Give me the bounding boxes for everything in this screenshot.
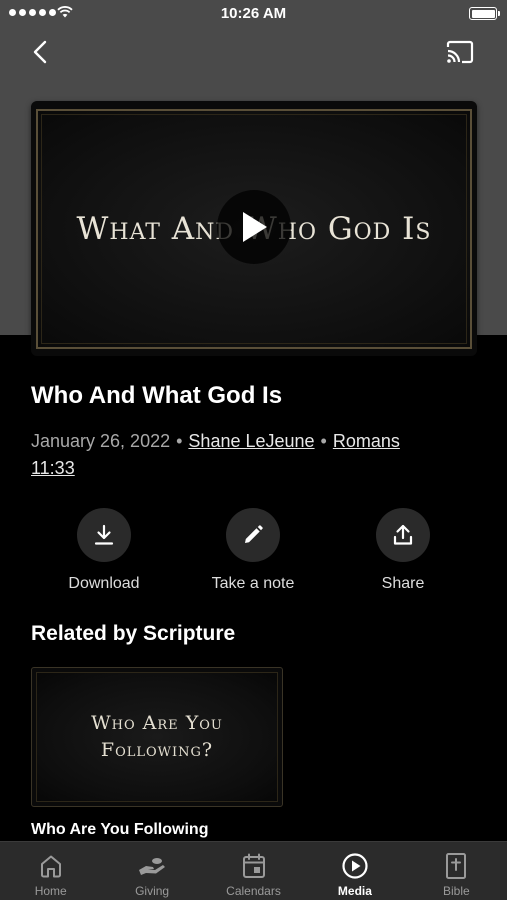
scripture-link[interactable]: Romans xyxy=(333,431,400,451)
download-button[interactable]: Download xyxy=(39,508,169,593)
tab-calendars-label: Calendars xyxy=(226,884,281,898)
related-thumbnail-title: Who Are You Following? xyxy=(32,710,282,764)
scripture-link-verse[interactable]: 11:33 xyxy=(31,458,75,478)
status-bar: 10:26 AM xyxy=(0,0,507,28)
tab-media-label: Media xyxy=(337,884,372,898)
download-circle xyxy=(77,508,131,562)
sermon-title: Who And What God Is xyxy=(31,382,283,409)
meta-separator: • xyxy=(176,431,183,451)
video-player[interactable]: What And Who God Is xyxy=(31,101,477,356)
tab-giving[interactable]: Giving xyxy=(101,842,202,900)
share-label: Share xyxy=(381,575,425,592)
back-button[interactable] xyxy=(24,36,56,68)
tab-calendars[interactable]: Calendars xyxy=(203,842,304,900)
tab-bible[interactable]: Bible xyxy=(406,842,507,900)
cast-icon xyxy=(446,40,474,64)
related-item-thumbnail[interactable]: Who Are You Following? xyxy=(31,667,283,807)
tab-home[interactable]: Home xyxy=(0,842,101,900)
home-icon xyxy=(40,855,61,878)
play-icon xyxy=(243,212,267,242)
download-icon xyxy=(94,524,114,545)
related-thumbnail-line2: Following? xyxy=(100,739,214,761)
bible-icon xyxy=(446,853,467,879)
battery-icon xyxy=(469,7,500,20)
related-thumbnail-line1: Who Are You xyxy=(91,712,223,734)
meta-separator: • xyxy=(320,431,327,451)
giving-icon xyxy=(139,858,166,875)
tab-bar: Home Giving Calendars Media Bible xyxy=(0,841,507,900)
tab-giving-label: Giving xyxy=(135,884,170,898)
sermon-meta: January 26, 2022 • Shane LeJeune • Romans 11:… xyxy=(31,428,471,482)
related-heading: Related by Scripture xyxy=(31,622,236,645)
tab-media[interactable]: Media xyxy=(304,842,405,900)
status-time: 10:26 AM xyxy=(220,5,287,22)
speaker-link[interactable]: Shane LeJeune xyxy=(188,431,314,451)
related-item-caption[interactable]: Who Are You Following xyxy=(31,821,208,839)
pencil-icon xyxy=(245,525,263,543)
tab-bible-label: Bible xyxy=(442,884,470,898)
share-button[interactable]: Share xyxy=(338,508,468,593)
take-note-button[interactable]: Take a note xyxy=(188,508,318,593)
take-note-label: Take a note xyxy=(211,575,295,592)
play-button[interactable] xyxy=(217,190,291,264)
cast-button[interactable] xyxy=(442,36,478,68)
media-play-icon xyxy=(342,853,368,879)
download-label: Download xyxy=(68,575,140,592)
calendar-icon xyxy=(242,853,265,878)
tab-home-label: Home xyxy=(34,884,67,898)
chevron-left-icon xyxy=(33,40,47,64)
sermon-date: January 26, 2022 xyxy=(31,431,171,451)
share-icon xyxy=(393,524,413,545)
action-row: Download Take a note Share xyxy=(0,508,507,598)
take-note-circle xyxy=(226,508,280,562)
share-circle xyxy=(376,508,430,562)
